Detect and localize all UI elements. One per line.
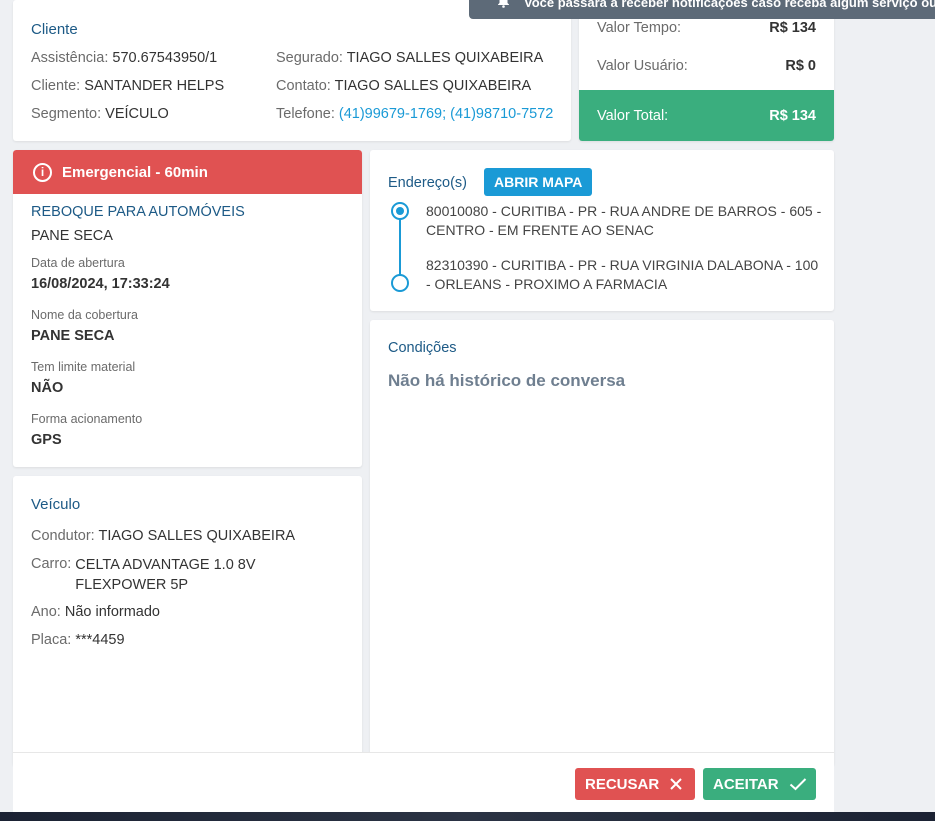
action-footer: RECUSAR ACEITAR — [13, 752, 834, 812]
contato-label: Contato: — [276, 78, 331, 94]
carro-value: CELTA ADVANTAGE 1.0 8V FLEXPOWER 5P — [75, 557, 256, 593]
segurado-label: Segurado: — [276, 50, 343, 66]
ano-label: Ano: — [31, 604, 61, 620]
cliente-value: SANTANDER HELPS — [84, 78, 225, 94]
valores-card: Valor Tempo: R$ 134 Valor Usuário: R$ 0 … — [579, 0, 834, 141]
enderecos-card: Endereço(s) ABRIR MAPA 80010080 - CURITI… — [370, 150, 834, 311]
toast-text: Você passará a receber notificações caso… — [524, 0, 935, 10]
segmento-value: VEÍCULO — [105, 106, 169, 122]
contato-value: TIAGO SALLES QUIXABEIRA — [334, 78, 532, 94]
info-circle-icon: i — [33, 162, 52, 182]
segmento-label: Segmento: — [31, 106, 102, 122]
carro-label: Carro: — [31, 556, 72, 572]
timeline-end-icon — [391, 274, 409, 292]
valor-total-label: Valor Total: — [597, 107, 669, 124]
recusar-label: RECUSAR — [585, 775, 660, 793]
abrir-mapa-button[interactable]: ABRIR MAPA — [484, 168, 593, 196]
ano-value: Não informado — [64, 604, 160, 620]
cliente-label: Cliente: — [31, 78, 81, 94]
cliente-title: Cliente — [31, 21, 78, 38]
notification-toast[interactable]: Você passará a receber notificações caso… — [469, 0, 935, 19]
nome-cobertura-label: Nome da cobertura — [31, 308, 139, 322]
timeline-start-icon — [391, 202, 409, 220]
valor-tempo-label: Valor Tempo: — [597, 20, 682, 36]
condicoes-card: Condições Não há histórico de conversa — [370, 320, 834, 766]
valor-total-row: Valor Total: R$ 134 — [579, 90, 834, 141]
condicoes-title: Condições — [388, 340, 457, 356]
aceitar-button[interactable]: ACEITAR — [703, 768, 816, 800]
close-icon — [669, 777, 683, 791]
data-abertura-value: 16/08/2024, 17:33:24 — [31, 276, 170, 292]
address-origin: 80010080 - CURITIBA - PR - RUA ANDRE DE … — [426, 203, 822, 238]
no-history-message: Não há histórico de conversa — [388, 371, 626, 390]
valor-total-value: R$ 134 — [769, 107, 816, 124]
assistencia-row: Assistência: 570.67543950/1 — [31, 50, 217, 66]
condutor-value: TIAGO SALLES QUIXABEIRA — [98, 528, 296, 544]
forma-acionamento-label: Forma acionamento — [31, 412, 143, 426]
servico-problema: PANE SECA — [31, 228, 113, 244]
contato-row: Contato: TIAGO SALLES QUIXABEIRA — [276, 78, 531, 94]
veiculo-title: Veículo — [31, 496, 81, 513]
timeline-line — [399, 219, 401, 281]
ano-row: Ano: Não informado — [31, 604, 160, 620]
forma-acionamento-value: GPS — [31, 432, 62, 448]
data-abertura-label: Data de abertura — [31, 256, 125, 270]
valor-tempo-value: R$ 134 — [769, 20, 816, 36]
aceitar-label: ACEITAR — [713, 775, 779, 793]
segurado-value: TIAGO SALLES QUIXABEIRA — [346, 50, 544, 66]
condutor-row: Condutor: TIAGO SALLES QUIXABEIRA — [31, 528, 295, 544]
bell-icon — [497, 0, 510, 11]
cliente-card: Cliente Assistência: 570.67543950/1 Clie… — [13, 0, 571, 141]
placa-value: ***4459 — [75, 632, 125, 648]
emergency-label: Emergencial - 60min — [62, 163, 208, 181]
placa-label: Placa: — [31, 632, 72, 648]
valor-usuario-value: R$ 0 — [785, 58, 816, 74]
valor-usuario-row: Valor Usuário: R$ 0 — [597, 58, 816, 74]
nome-cobertura-value: PANE SECA — [31, 328, 115, 344]
segmento-row: Segmento: VEÍCULO — [31, 106, 169, 122]
telefone-label: Telefone: — [276, 106, 335, 122]
address-destination: 82310390 - CURITIBA - PR - RUA VIRGINIA … — [426, 257, 819, 292]
veiculo-card: Veículo Condutor: TIAGO SALLES QUIXABEIR… — [13, 476, 362, 766]
placa-row: Placa: ***4459 — [31, 632, 125, 648]
enderecos-title: Endereço(s) — [388, 175, 467, 191]
telefone-row: Telefone: (41)99679-1769; (41)98710-7572 — [276, 106, 553, 122]
emergency-banner: i Emergencial - 60min — [13, 150, 362, 194]
valor-usuario-label: Valor Usuário: — [597, 58, 688, 74]
check-icon — [789, 777, 807, 791]
servico-card: i Emergencial - 60min REBOQUE PARA AUTOM… — [13, 150, 362, 467]
limite-material-label: Tem limite material — [31, 360, 136, 374]
condutor-label: Condutor: — [31, 528, 95, 544]
window-bottom-edge — [0, 812, 935, 821]
carro-row: Carro: CELTA ADVANTAGE 1.0 8V FLEXPOWER … — [31, 556, 341, 595]
segurado-row: Segurado: TIAGO SALLES QUIXABEIRA — [276, 50, 543, 66]
limite-material-value: NÃO — [31, 380, 64, 396]
cliente-row: Cliente: SANTANDER HELPS — [31, 78, 224, 94]
valor-tempo-row: Valor Tempo: R$ 134 — [597, 20, 816, 36]
telefone-link[interactable]: (41)99679-1769; (41)98710-7572 — [339, 106, 553, 122]
servico-tipo: REBOQUE PARA AUTOMÓVEIS — [31, 204, 245, 220]
recusar-button[interactable]: RECUSAR — [575, 768, 695, 800]
assistencia-label: Assistência: — [31, 50, 109, 66]
assistencia-value: 570.67543950/1 — [112, 50, 218, 66]
